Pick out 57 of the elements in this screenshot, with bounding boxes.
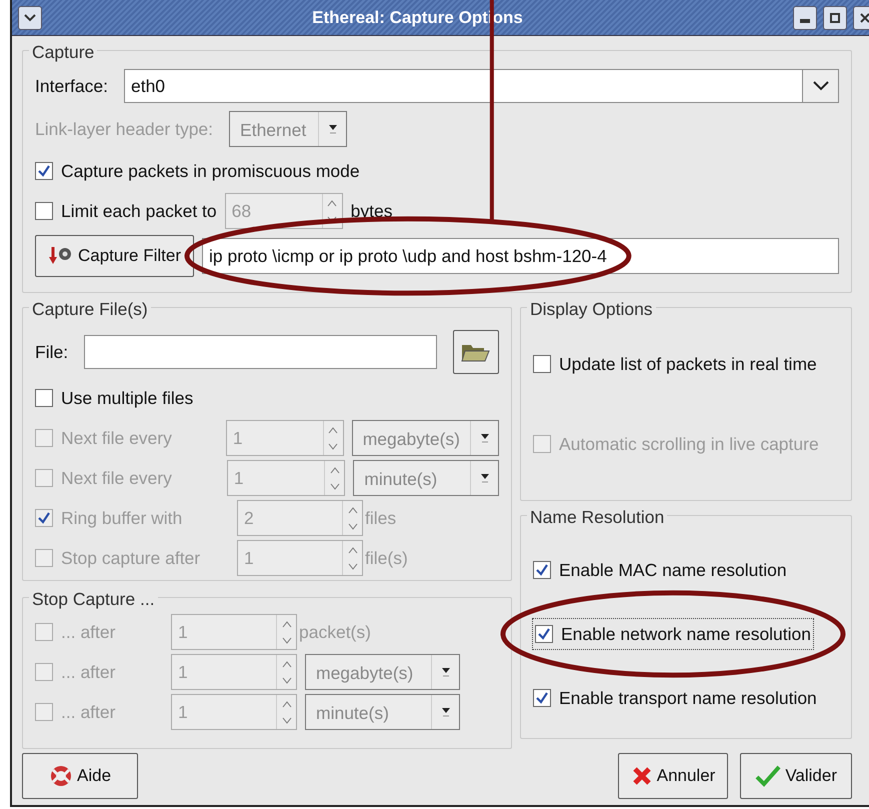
- checkbox-label: Next file every: [61, 466, 173, 490]
- checkbox-label: Enable transport name resolution: [559, 686, 817, 710]
- unit-label: packet(s): [299, 620, 371, 644]
- checkbox-label: Capture packets in promiscuous mode: [61, 160, 360, 183]
- field-label: Link-layer header type:: [35, 118, 214, 141]
- minimize-icon: [800, 18, 810, 22]
- checkbox-label: Update list of packets in real time: [559, 352, 817, 376]
- field-label: File:: [35, 340, 68, 364]
- checkbox-label: ... after: [61, 620, 116, 644]
- checkbox-label: Automatic scrolling in live capture: [559, 432, 819, 456]
- file-field[interactable]: [84, 335, 437, 369]
- capture-filter-button[interactable]: Capture Filter: [35, 235, 194, 277]
- cross-icon: [630, 765, 653, 787]
- checkbox-label: Next file every: [61, 426, 173, 450]
- checkbox[interactable]: [533, 689, 551, 707]
- dropdown-arrow-icon: [440, 706, 450, 718]
- cancel-button[interactable]: Annuler: [618, 753, 728, 799]
- checkbox-label: Use multiple files: [61, 386, 194, 410]
- ok-button[interactable]: Valider: [740, 753, 852, 799]
- checkbox-label: ... after: [61, 660, 116, 684]
- checkbox[interactable]: [35, 389, 53, 407]
- checkbox[interactable]: [35, 162, 53, 180]
- checkbox-label: Enable network name resolution: [561, 622, 812, 646]
- checkbox-label: Ring buffer with: [61, 506, 184, 530]
- dropdown-arrow-icon: [480, 432, 490, 444]
- unit-label: file(s): [365, 546, 408, 570]
- chevron-icon: [24, 14, 36, 22]
- dropdown-arrow-icon: [440, 666, 450, 678]
- window-menu-button[interactable]: [18, 6, 42, 30]
- chevron-icon: [812, 81, 828, 91]
- filter-field[interactable]: ip proto \icmp or ip proto \udp and host bshm-120-4: [202, 238, 839, 274]
- checkbox[interactable]: [535, 625, 553, 643]
- checkbox[interactable]: [533, 355, 551, 373]
- interface-dropdown[interactable]: eth0: [124, 69, 839, 103]
- dropdown-arrow-icon: [480, 472, 490, 484]
- check-icon: [535, 691, 549, 705]
- minimize-button[interactable]: [793, 6, 817, 30]
- check-icon: [535, 563, 549, 577]
- lifebuoy-icon: [49, 764, 73, 788]
- field-label: Interface:: [35, 74, 108, 98]
- checkbox-label: Stop capture after: [61, 546, 202, 570]
- checkbox[interactable]: [533, 561, 551, 579]
- checkbox-label: ... after: [61, 700, 116, 724]
- check-icon: [37, 511, 51, 525]
- unit-label: files: [365, 506, 396, 530]
- check-icon: [537, 627, 551, 641]
- close-icon: [860, 12, 869, 22]
- maximize-button[interactable]: [823, 6, 847, 30]
- checkbox-label: Enable MAC name resolution: [559, 558, 787, 582]
- browse-button[interactable]: [453, 330, 499, 374]
- unit-label: bytes: [350, 200, 392, 223]
- check-icon: [755, 765, 782, 787]
- checkbox-label: Limit each packet to: [61, 200, 217, 223]
- dropdown-arrow-icon: [328, 123, 338, 135]
- help-button[interactable]: Aide: [22, 753, 138, 799]
- check-icon: [37, 164, 51, 178]
- maximize-icon: [830, 12, 840, 22]
